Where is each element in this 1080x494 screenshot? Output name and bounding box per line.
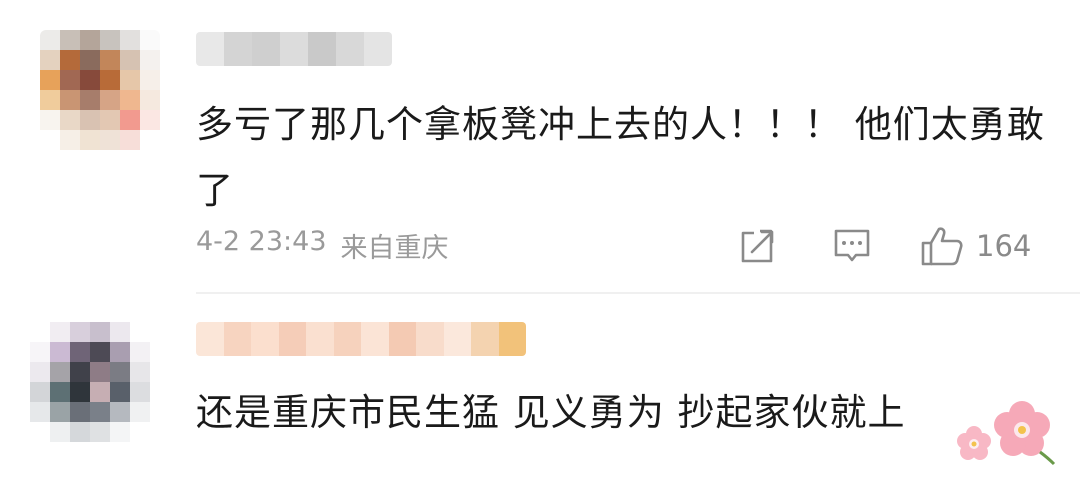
reply-button[interactable] — [832, 226, 872, 266]
avatar[interactable] — [30, 322, 150, 442]
username-blurred[interactable] — [196, 322, 526, 356]
share-button[interactable] — [738, 226, 778, 266]
like-button[interactable]: 164 — [920, 226, 1031, 266]
avatar[interactable] — [40, 30, 160, 150]
comment-list: 多亏了那几个拿板凳冲上去的人！！！ 他们太勇敢了 4-2 23:43 来自重庆 — [0, 0, 1080, 494]
comment-meta: 4-2 23:43 来自重庆 — [196, 226, 449, 265]
cherry-blossom-icon — [957, 401, 1056, 466]
thumbs-up-icon — [921, 227, 963, 266]
comment-location: 来自重庆 — [340, 233, 449, 264]
comment-date: 4-2 23:43 — [196, 226, 327, 257]
share-icon — [741, 229, 774, 263]
comment-icon — [834, 229, 870, 262]
username-blurred[interactable] — [196, 32, 392, 66]
comment-text: 多亏了那几个拿板凳冲上去的人！！！ 他们太勇敢了 — [196, 103, 1045, 212]
comment-text: 还是重庆市民生猛 见义勇为 抄起家伙就上 — [196, 391, 906, 434]
comment-item: 多亏了那几个拿板凳冲上去的人！！！ 他们太勇敢了 4-2 23:43 来自重庆 — [0, 0, 1080, 292]
like-count: 164 — [976, 229, 1032, 263]
